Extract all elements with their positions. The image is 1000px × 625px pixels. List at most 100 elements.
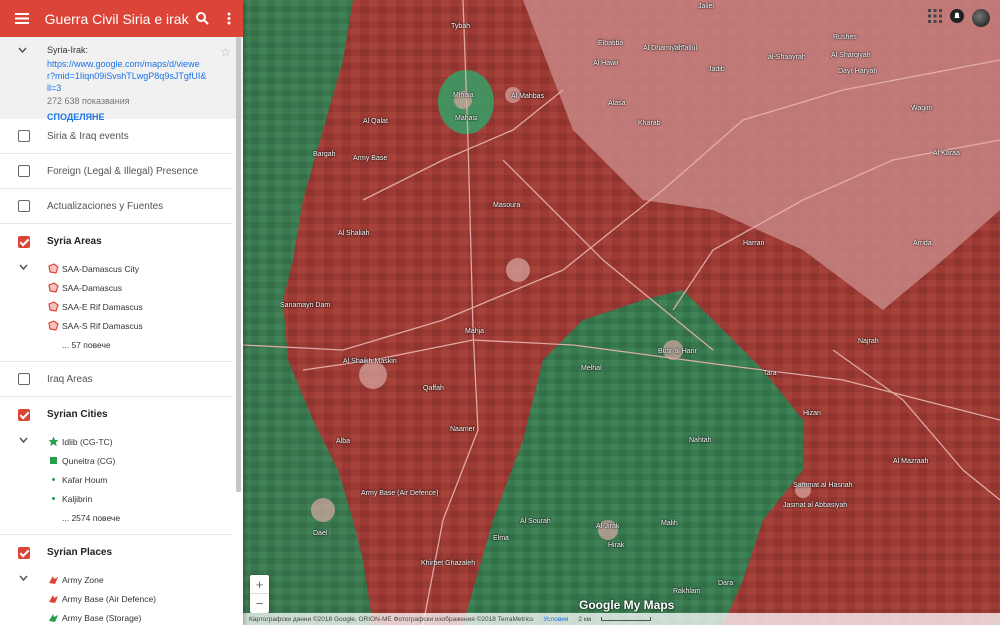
place-label[interactable]: Al Sharqiyah xyxy=(831,52,871,59)
place-label[interactable]: Wagim xyxy=(911,105,933,112)
layer-foreign-presence[interactable]: Foreign (Legal & Illegal) Presence xyxy=(0,154,233,189)
place-label[interactable]: Qaffah xyxy=(423,385,444,392)
legend-item[interactable]: SAA-S Rif Damascus xyxy=(0,316,243,335)
layer-syria-areas[interactable]: Syria Areas xyxy=(0,224,233,259)
map-canvas[interactable]: Tybah Jaliel Rushes Al Tallul Elbatiba A… xyxy=(243,0,1000,625)
legend-item[interactable]: SAA-Damascus City xyxy=(0,259,243,278)
show-more-link[interactable]: ... 57 повече xyxy=(0,335,243,354)
place-label[interactable]: Al Qalat xyxy=(363,118,388,125)
place-label[interactable]: Al-Jirak xyxy=(596,523,619,530)
place-label[interactable]: Dayr Haryah xyxy=(838,68,877,75)
place-label[interactable]: Bargah xyxy=(313,151,336,158)
place-label[interactable]: Khirbet Ghazaleh xyxy=(421,560,475,567)
layer-actualizaciones[interactable]: Actualizaciones y Fuentes xyxy=(0,189,233,224)
checkbox-checked[interactable] xyxy=(18,408,30,421)
place-label[interactable]: Tybah xyxy=(451,23,470,30)
place-label[interactable]: Melhal xyxy=(581,365,602,372)
place-label[interactable]: Masoura xyxy=(493,202,520,209)
place-label[interactable]: Jasmat al Abbasiyah xyxy=(783,502,847,509)
avatar[interactable] xyxy=(972,9,990,27)
legend-item[interactable]: SAA-Damascus xyxy=(0,278,243,297)
place-label[interactable]: Al Karaa xyxy=(933,150,960,157)
place-label[interactable]: Mihaja xyxy=(453,92,474,99)
place-label[interactable]: Busr al Harir xyxy=(658,348,697,355)
zoom-out-button[interactable]: − xyxy=(250,594,269,613)
legend-item[interactable]: Army Base (Air Defence) xyxy=(0,589,243,608)
checkbox[interactable] xyxy=(18,130,30,142)
search-icon[interactable] xyxy=(189,12,216,25)
map-title: Guerra Civil Siria e irak xyxy=(44,10,189,27)
place-label[interactable]: Army Base xyxy=(353,155,387,162)
place-label[interactable]: Arrida xyxy=(913,240,932,247)
checkbox-checked[interactable] xyxy=(18,546,30,559)
legend-item[interactable]: Quneitra (CG) xyxy=(0,451,243,470)
legend-label: Army Zone xyxy=(62,574,104,585)
place-label[interactable]: Rakhlam xyxy=(673,588,701,595)
chevron-down-icon[interactable] xyxy=(18,45,27,55)
more-options-icon[interactable] xyxy=(216,12,243,25)
place-label[interactable]: Al Hawir xyxy=(593,60,619,67)
place-label[interactable]: Mahja xyxy=(465,328,484,335)
scale-label: 2 км xyxy=(578,615,592,623)
checkbox[interactable] xyxy=(18,373,30,385)
layer-syrian-places[interactable]: Syrian Places xyxy=(0,535,233,570)
legend-item[interactable]: Army Base (Storage) xyxy=(0,608,243,625)
layer-iraq-areas[interactable]: Iraq Areas xyxy=(0,362,233,397)
place-label[interactable]: Rushes xyxy=(833,34,857,41)
zoom-in-button[interactable]: + xyxy=(250,575,269,594)
notifications-icon[interactable] xyxy=(950,9,964,23)
chevron-down-icon[interactable] xyxy=(19,435,28,445)
place-label[interactable]: Army Base (Air Defence) xyxy=(361,490,438,497)
place-label[interactable]: Najrah xyxy=(858,338,879,345)
menu-icon[interactable] xyxy=(0,13,45,24)
show-more-link[interactable]: ... 2574 повече xyxy=(0,508,243,527)
terms-link[interactable]: Условия xyxy=(543,616,568,623)
place-label[interactable]: Hizan xyxy=(803,410,821,417)
place-label[interactable]: Sanamayn Dam xyxy=(280,302,330,309)
place-label[interactable]: Al Mahbas xyxy=(511,93,544,100)
map-url-link[interactable]: https://www.google.com/maps/d/viewer?mid… xyxy=(47,58,207,94)
place-label[interactable]: Dara xyxy=(718,580,733,587)
zoom-control: + − xyxy=(250,575,269,613)
place-label[interactable]: Sammat al Hasnah xyxy=(793,482,853,489)
legend-label: Army Base (Storage) xyxy=(62,612,142,623)
apps-grid-icon[interactable] xyxy=(928,9,942,23)
legend-label: SAA-E Rif Damascus xyxy=(62,301,143,312)
place-label[interactable]: Harran xyxy=(743,240,764,247)
star-icon[interactable]: ☆ xyxy=(220,45,231,59)
legend-item[interactable]: Kafar Houm xyxy=(0,470,243,489)
place-label[interactable]: Malih xyxy=(661,520,678,527)
place-label[interactable]: Al Dhamiyah xyxy=(643,45,683,52)
layer-syrian-cities[interactable]: Syrian Cities xyxy=(0,397,233,432)
checkbox-checked[interactable] xyxy=(18,235,30,248)
place-label[interactable]: Elbatiba xyxy=(598,40,623,47)
place-label[interactable]: Kharab xyxy=(638,120,661,127)
place-label[interactable]: al-Shaayrah xyxy=(768,54,806,61)
legend-item[interactable]: Kaljibrin xyxy=(0,489,243,508)
place-label[interactable]: Alasa xyxy=(608,100,626,107)
place-label[interactable]: Nahtah xyxy=(689,437,712,444)
place-label[interactable]: Al Shaliah xyxy=(338,230,370,237)
legend-item[interactable]: Army Zone xyxy=(0,570,243,589)
place-label[interactable]: Naamer xyxy=(450,426,475,433)
place-label[interactable]: Mahasi xyxy=(455,115,478,122)
place-label[interactable]: Tara xyxy=(763,370,777,377)
scrollbar[interactable] xyxy=(236,37,241,492)
chevron-down-icon[interactable] xyxy=(19,573,28,583)
place-label[interactable]: Alba xyxy=(336,438,350,445)
checkbox[interactable] xyxy=(18,165,30,177)
place-label[interactable]: Al Mazraah xyxy=(893,458,928,465)
place-label[interactable]: Hirak xyxy=(608,542,624,549)
place-label[interactable]: Dael xyxy=(313,530,327,537)
legend-item[interactable]: Idlib (CG-TC) xyxy=(0,432,243,451)
place-label[interactable]: Jadib xyxy=(708,66,725,73)
place-label[interactable]: Al Sourah xyxy=(520,518,551,525)
chevron-down-icon[interactable] xyxy=(19,262,28,272)
layer-siria-iraq-events[interactable]: Siria & Iraq events xyxy=(0,119,233,154)
legend-item[interactable]: SAA-E Rif Damascus xyxy=(0,297,243,316)
place-label[interactable]: Al Shaikh Maskin xyxy=(343,358,397,365)
place-label[interactable]: Jaliel xyxy=(698,3,714,10)
place-label[interactable]: Elma xyxy=(493,535,509,542)
checkbox[interactable] xyxy=(18,200,30,212)
area-polygon-icon xyxy=(48,263,59,274)
